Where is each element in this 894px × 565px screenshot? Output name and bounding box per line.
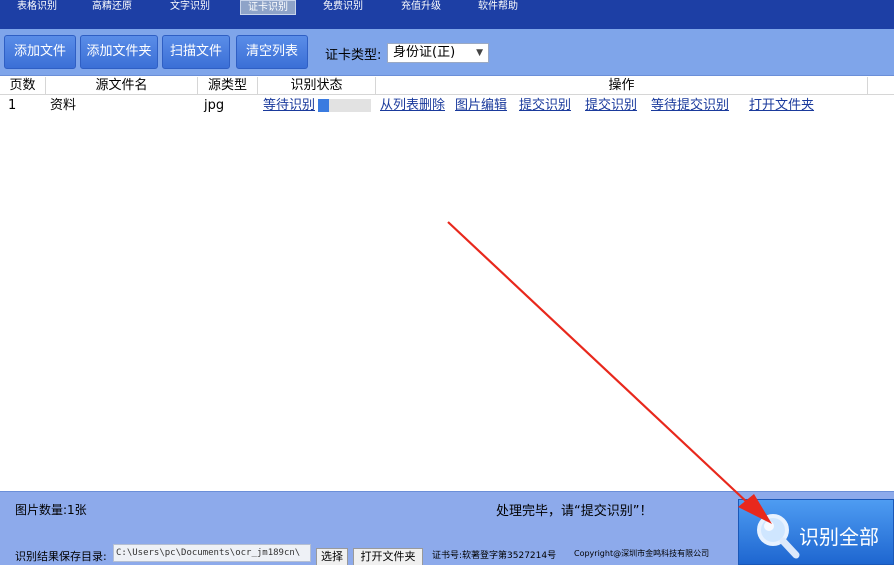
row-type: jpg [204,98,225,113]
row-status[interactable]: 等待识别 [263,97,315,115]
submit-recognition-link-2[interactable]: 提交识别 [585,97,637,115]
delete-from-list-link[interactable]: 从列表删除 [380,97,445,115]
column-type: 源类型 [198,77,258,95]
save-dir-label: 识别结果保存目录: [15,550,107,563]
tab-free-recognition[interactable]: 免费识别 [323,0,363,14]
edit-image-link[interactable]: 图片编辑 [455,97,507,115]
status-message: 处理完毕，请“提交识别”！ [496,504,653,519]
copyright: Copyright@深圳市金鸣科技有限公司 [574,549,710,558]
submit-recognition-link[interactable]: 提交识别 [519,97,571,115]
tab-software-help[interactable]: 软件帮助 [478,0,518,14]
file-table: 1 资料 jpg 等待识别 从列表删除 图片编辑 提交识别 提交识别 等待提交识… [0,96,894,490]
toolbar: 添加文件 添加文件夹 扫描文件 清空列表 证卡类型: 身份证(正) ▼ [0,29,894,76]
recognize-all-label: 识别全部 [799,525,879,549]
waiting-submit-link[interactable]: 等待提交识别 [651,97,729,115]
recognize-all-button[interactable]: 识别全部 [738,499,894,565]
tab-recharge-upgrade[interactable]: 充值升级 [401,0,441,14]
chevron-down-icon: ▼ [476,48,483,58]
open-folder-button[interactable]: 打开文件夹 [353,548,423,565]
tab-high-precision-restore[interactable]: 高精还原 [92,0,132,14]
column-filename: 源文件名 [46,77,198,95]
clear-list-button[interactable]: 清空列表 [236,35,308,69]
recognition-progress-bar [318,99,371,112]
card-type-select[interactable]: 身份证(正) ▼ [387,43,489,63]
row-filename: 资料 [50,98,77,113]
scan-file-button[interactable]: 扫描文件 [162,35,230,69]
add-folder-button[interactable]: 添加文件夹 [80,35,158,69]
magnifier-icon [757,514,800,559]
progress-fill [318,99,329,112]
top-navigation: 表格识别 高精还原 文字识别 证卡识别 免费识别 充值升级 软件帮助 [0,0,894,29]
add-file-button[interactable]: 添加文件 [4,35,76,69]
save-dir-input[interactable]: C:\Users\pc\Documents\ocr_jm189cn\ [113,544,311,562]
column-status: 识别状态 [258,77,376,95]
cert-number: 证书号:软著登字第3527214号 [432,551,557,561]
column-actions: 操作 [376,77,868,95]
tab-card-recognition[interactable]: 证卡识别 [240,0,296,15]
tab-table-recognition[interactable]: 表格识别 [17,0,57,14]
column-page: 页数 [0,77,46,95]
row-page: 1 [8,98,17,113]
card-type-value: 身份证(正) [393,45,456,60]
image-count: 图片数量:1张 [15,503,87,517]
open-folder-link[interactable]: 打开文件夹 [749,97,814,115]
card-type-label: 证卡类型: [325,48,382,63]
tab-text-recognition[interactable]: 文字识别 [170,0,210,14]
file-table-header: 页数 源文件名 源类型 识别状态 操作 [0,77,894,95]
table-row[interactable]: 1 资料 jpg 等待识别 从列表删除 图片编辑 提交识别 提交识别 等待提交识… [0,96,894,116]
select-dir-button[interactable]: 选择 [316,548,348,565]
